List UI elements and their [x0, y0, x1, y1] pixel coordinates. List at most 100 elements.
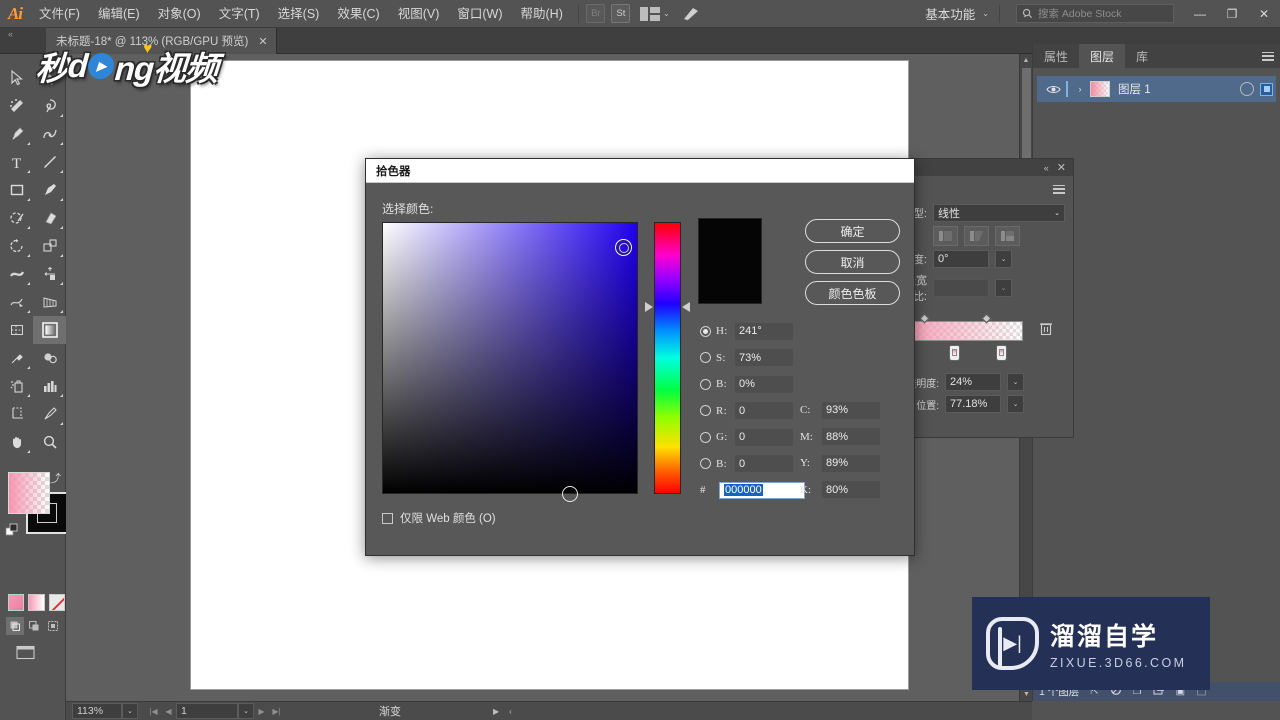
red-input[interactable]: 0	[735, 402, 793, 420]
status-arrow-right-icon[interactable]: ▶	[493, 707, 499, 716]
mesh-tool[interactable]	[0, 316, 33, 344]
first-artboard-icon[interactable]: |◀	[146, 703, 161, 719]
radio-blue[interactable]	[700, 458, 711, 470]
color-swatches-button[interactable]: 颜色色板	[805, 281, 900, 305]
saturation-brightness-field[interactable]	[382, 222, 638, 502]
eye-icon[interactable]	[1040, 84, 1066, 95]
brightness-input[interactable]: 0%	[735, 375, 793, 393]
restore-button[interactable]: ❐	[1216, 0, 1248, 28]
yellow-input[interactable]: 89%	[822, 454, 880, 472]
cancel-button[interactable]: 取消	[805, 250, 900, 274]
stroke-gradient-across-icon[interactable]	[995, 226, 1020, 246]
eraser-tool[interactable]	[33, 204, 66, 232]
menu-type[interactable]: 文字(T)	[210, 0, 269, 28]
stock-button[interactable]: St	[607, 4, 635, 23]
brush-button[interactable]	[675, 5, 707, 23]
hand-tool[interactable]	[0, 428, 33, 456]
none-mode-button[interactable]	[48, 594, 65, 611]
draw-inside-button[interactable]	[44, 617, 62, 635]
swap-fill-stroke-icon[interactable]: ⤴	[50, 470, 61, 486]
free-transform-tool[interactable]	[33, 260, 66, 288]
gradient-tool[interactable]	[33, 316, 66, 344]
gradient-aspect-input[interactable]	[933, 279, 989, 297]
blend-tool[interactable]	[33, 344, 66, 372]
draw-behind-button[interactable]	[25, 617, 43, 635]
table-row[interactable]: › 图层 1	[1037, 76, 1276, 102]
trash-icon[interactable]	[1039, 321, 1053, 339]
hue-input[interactable]: 241°	[735, 322, 793, 340]
aspect-chevron-down-icon[interactable]: ⌄	[995, 279, 1012, 297]
artboard-tool[interactable]	[0, 400, 33, 428]
black-input[interactable]: 80%	[822, 481, 880, 499]
arrange-documents-button[interactable]: ⌄	[635, 5, 675, 23]
column-graph-tool[interactable]	[33, 372, 66, 400]
change-screen-mode-button[interactable]	[16, 645, 36, 661]
gradient-stop[interactable]	[949, 345, 960, 361]
radio-hue[interactable]	[700, 325, 711, 337]
artboard-number-input[interactable]: 1	[176, 703, 238, 719]
dialog-title[interactable]: 拾色器	[366, 159, 914, 183]
blue-input[interactable]: 0	[735, 455, 793, 473]
tab-libraries[interactable]: 库	[1125, 44, 1159, 68]
rotate-tool[interactable]	[0, 232, 33, 260]
current-color-swatch[interactable]	[699, 260, 761, 303]
artboard-dropdown-chevron-down-icon[interactable]: ⌄	[238, 703, 254, 719]
scale-tool[interactable]	[33, 232, 66, 260]
status-arrow-left-icon[interactable]: ‹	[509, 707, 512, 716]
magic-wand-tool[interactable]	[0, 92, 33, 120]
gradient-mode-button[interactable]	[28, 594, 45, 611]
layer-thumbnail[interactable]	[1090, 81, 1110, 97]
curvature-tool[interactable]	[33, 120, 66, 148]
slice-tool[interactable]	[33, 400, 66, 428]
paintbrush-tool[interactable]	[33, 176, 66, 204]
zoom-tool[interactable]	[33, 428, 66, 456]
gradient-slider[interactable]	[893, 313, 1065, 361]
bridge-button[interactable]: Br	[585, 4, 607, 23]
radio-saturation[interactable]	[700, 352, 711, 364]
fill-color-swatch[interactable]	[8, 472, 50, 514]
magenta-input[interactable]: 88%	[822, 428, 880, 446]
close-button[interactable]: ✕	[1248, 0, 1280, 28]
menu-help[interactable]: 帮助(H)	[512, 0, 572, 28]
line-segment-tool[interactable]	[33, 148, 66, 176]
selection-tool[interactable]	[0, 64, 33, 92]
close-icon[interactable]: ✕	[1057, 161, 1066, 174]
opacity-chevron-down-icon[interactable]: ⌄	[1007, 373, 1024, 391]
hue-slider[interactable]	[645, 222, 690, 494]
perspective-grid-tool[interactable]	[33, 288, 66, 316]
color-ring-marker-icon[interactable]	[615, 239, 632, 256]
rectangle-tool[interactable]	[0, 176, 33, 204]
ok-button[interactable]: 确定	[805, 219, 900, 243]
shape-builder-tool[interactable]	[0, 288, 33, 316]
cyan-input[interactable]: 93%	[822, 401, 880, 419]
menu-file[interactable]: 文件(F)	[30, 0, 89, 28]
menu-effect[interactable]: 效果(C)	[328, 0, 388, 28]
stroke-gradient-along-icon[interactable]	[964, 226, 989, 246]
last-artboard-icon[interactable]: ▶|	[269, 703, 284, 719]
stock-search-input[interactable]: 搜索 Adobe Stock	[1016, 4, 1174, 23]
next-artboard-icon[interactable]: ▶	[254, 703, 269, 719]
saturation-input[interactable]: 73%	[735, 349, 793, 367]
draw-normal-button[interactable]	[6, 617, 24, 635]
default-fill-stroke-icon[interactable]	[5, 523, 21, 542]
minimize-button[interactable]: —	[1184, 0, 1216, 28]
expand-layer-chevron-right-icon[interactable]: ›	[1073, 84, 1087, 94]
tab-layers[interactable]: 图层	[1079, 44, 1126, 68]
web-only-colors-row[interactable]: 仅限 Web 颜色 (O)	[382, 510, 496, 526]
radio-brightness[interactable]	[700, 378, 711, 390]
zoom-dropdown-chevron-down-icon[interactable]: ⌄	[122, 703, 138, 719]
menu-edit[interactable]: 编辑(E)	[89, 0, 149, 28]
collapse-panels-icon[interactable]: «	[4, 29, 28, 45]
sv-gradient-box[interactable]	[382, 222, 638, 494]
green-input[interactable]: 0	[735, 428, 793, 446]
selection-square-indicator[interactable]	[1260, 82, 1273, 96]
eyedropper-tool[interactable]	[0, 344, 33, 372]
scroll-up-icon[interactable]: ▲	[1020, 54, 1032, 67]
zoom-level-input[interactable]: 113%	[72, 703, 122, 719]
tab-properties[interactable]: 属性	[1033, 44, 1079, 68]
workspace-switcher[interactable]: 基本功能 ⌄	[921, 4, 993, 23]
gradient-opacity-input[interactable]: 24%	[945, 373, 1001, 391]
radio-red[interactable]	[700, 405, 711, 417]
gradient-stop[interactable]	[996, 345, 1007, 361]
panel-menu-icon[interactable]	[1053, 184, 1065, 194]
